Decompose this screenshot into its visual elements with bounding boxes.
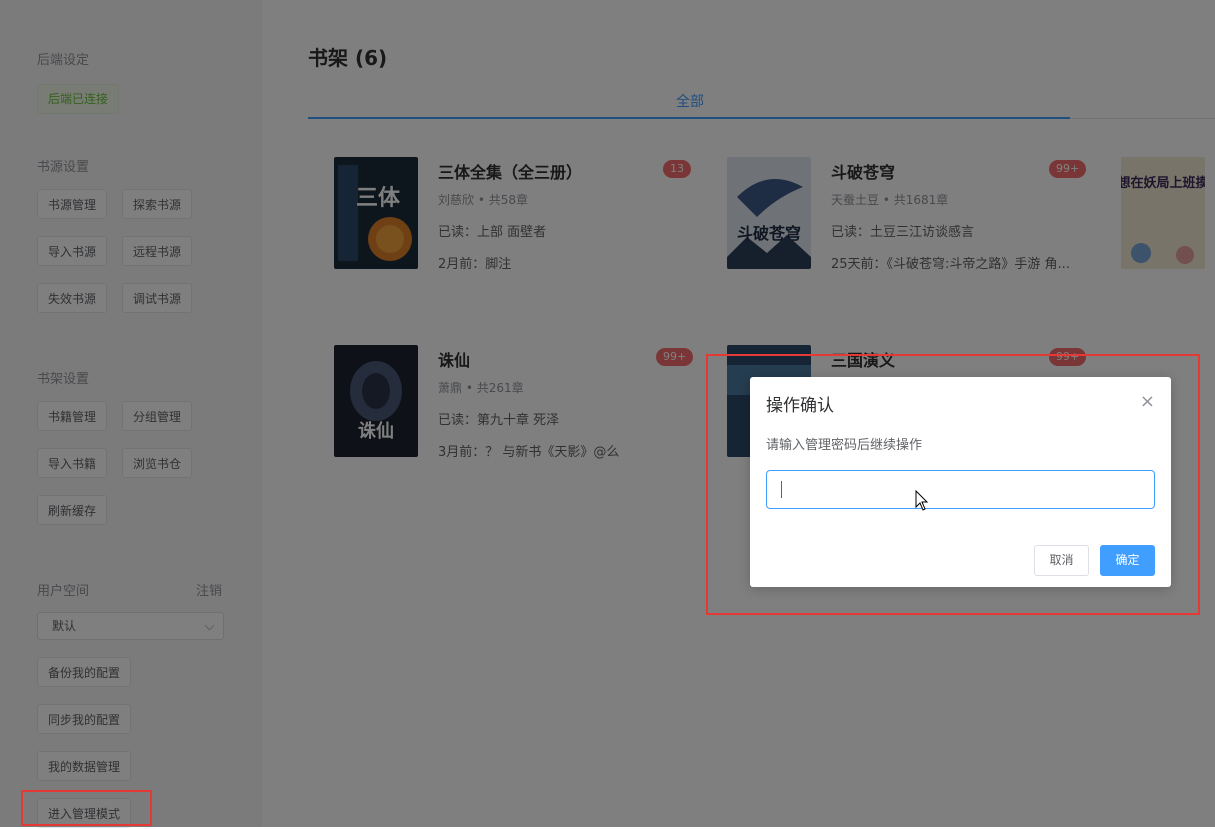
confirm-dialog: 操作确认 × 请输入管理密码后继续操作 取消 确定 (750, 377, 1171, 587)
text-caret (781, 481, 782, 498)
dialog-message: 请输入管理密码后继续操作 (766, 438, 923, 453)
admin-password-input[interactable] (766, 470, 1155, 509)
confirm-button[interactable]: 确定 (1100, 545, 1155, 576)
close-icon[interactable]: × (1140, 391, 1155, 412)
dialog-title: 操作确认 (766, 396, 834, 416)
mouse-cursor-icon (915, 490, 929, 511)
cancel-button[interactable]: 取消 (1034, 545, 1089, 576)
